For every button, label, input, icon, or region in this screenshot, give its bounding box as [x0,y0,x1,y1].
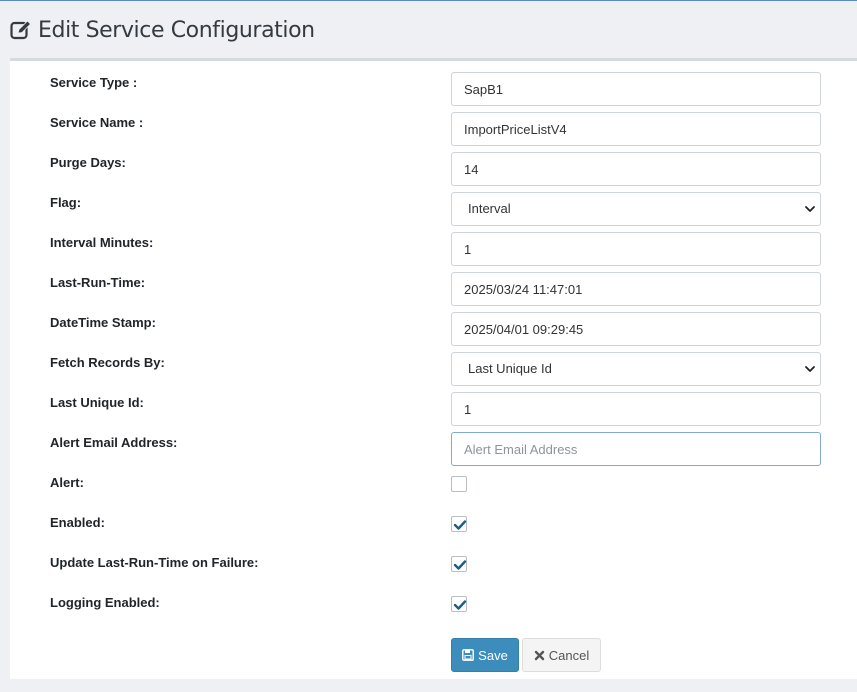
last-unique-id-label: Last Unique Id: [50,395,144,410]
last-run-time-label: Last-Run-Time: [50,275,146,290]
service-type-label: Service Type : [50,75,138,90]
chevron-down-icon [805,366,815,372]
last-unique-id-input[interactable] [451,392,821,426]
purge-days-label: Purge Days: [50,155,126,170]
flag-selected-value: Interval [468,201,511,216]
chevron-down-icon [805,206,815,212]
datetime-stamp-input[interactable] [451,312,821,346]
service-name-input[interactable] [451,112,821,146]
check-icon [453,600,467,610]
floppy-disk-icon [462,649,475,661]
flag-select[interactable]: Interval [451,192,821,226]
save-button[interactable]: Save [451,638,519,672]
check-icon [453,520,467,530]
update-on-failure-label: Update Last-Run-Time on Failure: [50,555,259,570]
check-icon [453,560,467,570]
logging-enabled-label: Logging Enabled: [50,595,160,610]
logging-enabled-checkbox[interactable] [451,596,467,612]
alert-email-label: Alert Email Address: [50,435,178,450]
fetch-records-by-select[interactable]: Last Unique Id [451,352,821,386]
update-on-failure-checkbox[interactable] [451,556,467,572]
save-button-label: Save [478,647,508,663]
last-run-time-input[interactable] [451,272,821,306]
fetch-records-by-label: Fetch Records By: [50,355,165,370]
fetch-records-by-selected-value: Last Unique Id [468,361,552,376]
interval-minutes-label: Interval Minutes: [50,235,154,250]
cancel-button[interactable]: Cancel [522,638,601,672]
page-title-wrap: Edit Service Configuration [10,17,315,43]
service-name-label: Service Name : [50,115,144,130]
purge-days-input[interactable] [451,152,821,186]
interval-minutes-input[interactable] [451,232,821,266]
page-header: Edit Service Configuration [0,0,857,58]
enabled-checkbox[interactable] [451,516,467,532]
flag-label: Flag: [50,195,82,210]
enabled-label: Enabled: [50,515,105,530]
alert-label: Alert: [50,475,84,490]
edit-icon [10,19,32,41]
page-title: Edit Service Configuration [38,17,315,43]
service-config-form: Service Type : Service Name : Purge Days… [10,58,857,679]
alert-checkbox[interactable] [451,476,467,492]
times-icon [534,650,544,660]
datetime-stamp-label: DateTime Stamp: [50,315,156,330]
service-type-input[interactable] [451,72,821,106]
cancel-button-label: Cancel [548,647,590,663]
alert-email-input[interactable] [451,432,821,466]
